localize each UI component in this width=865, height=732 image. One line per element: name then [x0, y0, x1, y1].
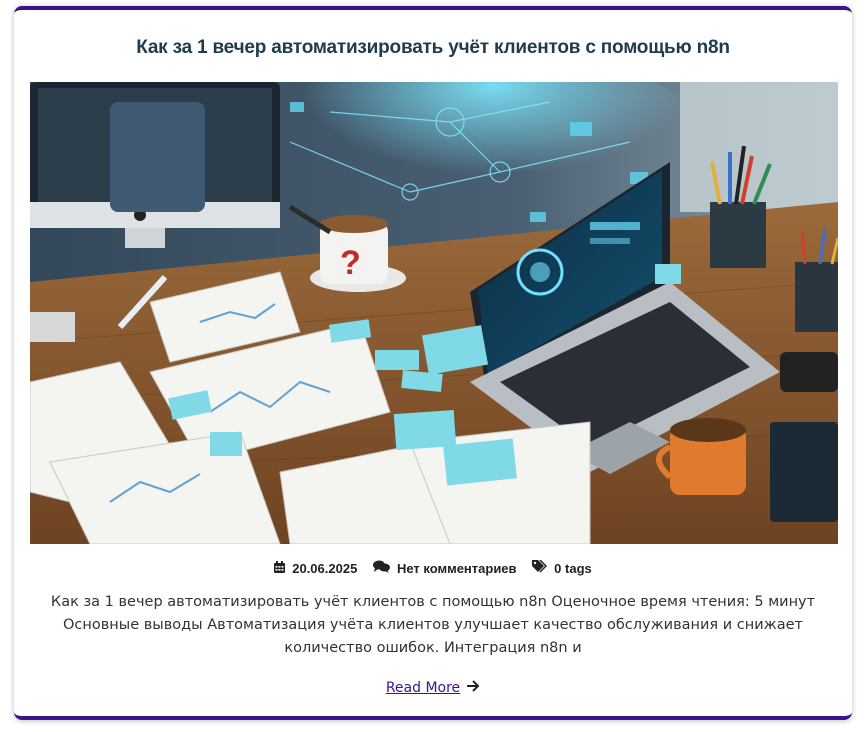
read-more-link[interactable]: Read More	[386, 680, 480, 696]
arrow-right-icon	[466, 680, 480, 696]
svg-text:?: ?	[340, 244, 361, 282]
comments-icon	[372, 560, 390, 576]
post-tags[interactable]: 0 tags	[532, 559, 592, 576]
post-tags-text: 0 tags	[554, 560, 592, 576]
post-card: Как за 1 вечер автоматизировать учёт кли…	[14, 6, 852, 720]
post-excerpt: Как за 1 вечер автоматизировать учёт кли…	[50, 594, 816, 656]
calendar-icon	[274, 561, 286, 576]
read-more-container: Read More	[14, 680, 852, 696]
post-date: 20.06.2025	[274, 561, 357, 576]
post-comments-text: Нет комментариев	[396, 560, 517, 576]
post-comments[interactable]: Нет комментариев	[372, 560, 517, 576]
featured-image-illustration: ?	[30, 82, 838, 544]
post-title[interactable]: Как за 1 вечер автоматизировать учёт кли…	[14, 37, 852, 59]
read-more-label: Read More	[385, 680, 461, 696]
post-date-text: 20.06.2025	[292, 561, 358, 576]
post-featured-image[interactable]: ?	[30, 82, 838, 544]
post-meta: 20.06.2025 Нет комментариев 0 tags	[14, 559, 852, 576]
tags-icon	[532, 559, 548, 576]
